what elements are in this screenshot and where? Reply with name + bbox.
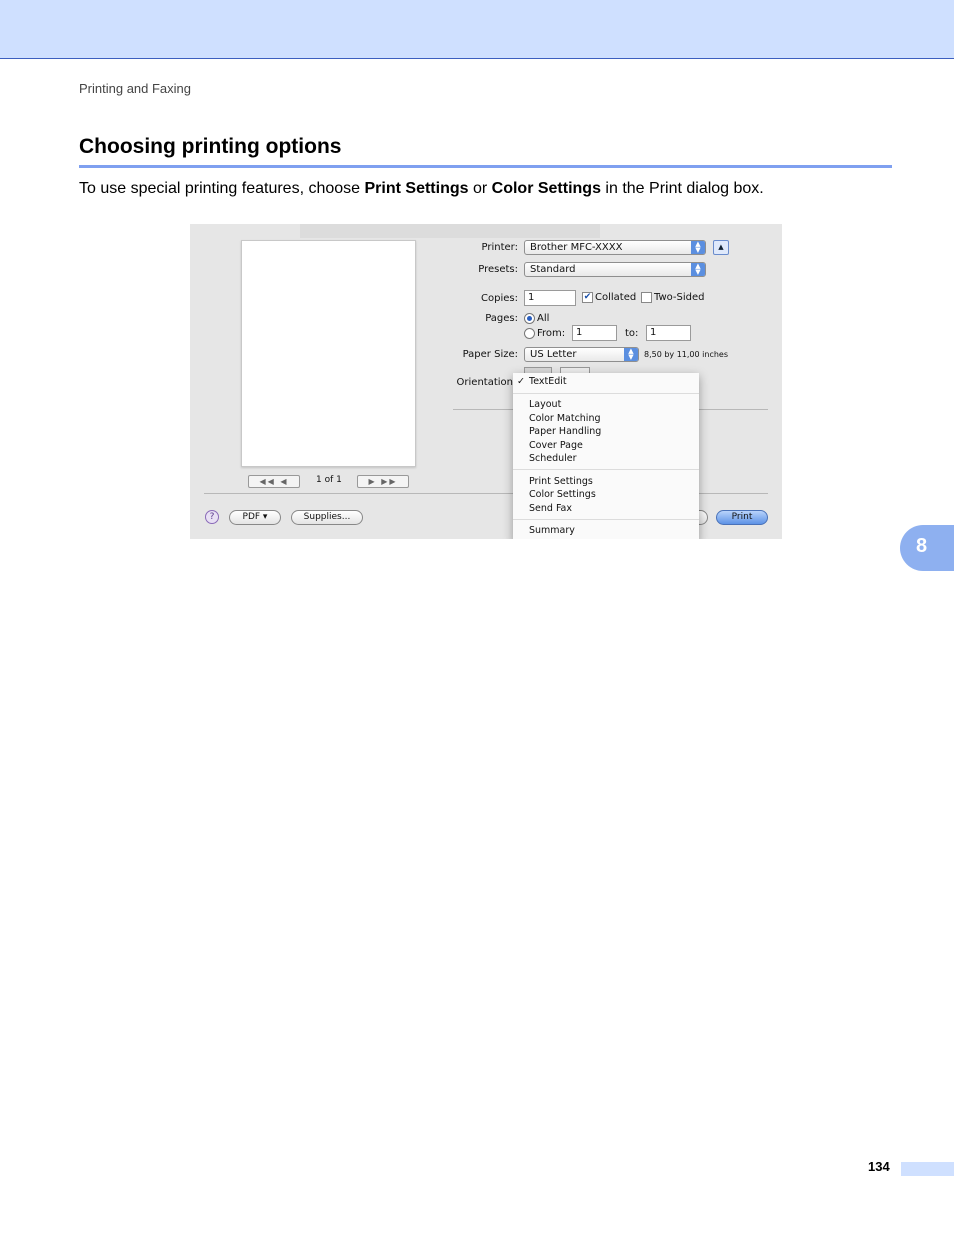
pages-label: Pages: bbox=[485, 313, 518, 324]
intro-suffix: in the Print dialog box. bbox=[600, 180, 764, 197]
checkmark-icon: ✓ bbox=[517, 376, 525, 387]
pages-to-label: to: bbox=[625, 328, 639, 339]
menu-separator bbox=[513, 393, 699, 394]
page-preview bbox=[241, 240, 416, 467]
page-number-bar bbox=[901, 1162, 954, 1176]
presets-label: Presets: bbox=[478, 264, 518, 275]
menu-item-color-matching[interactable]: Color Matching bbox=[529, 413, 601, 424]
chapter-tab: 8 bbox=[900, 525, 954, 571]
copies-field[interactable]: 1 bbox=[524, 290, 576, 306]
page-counter: 1 of 1 bbox=[316, 475, 342, 485]
paper-size-popup[interactable]: US Letter ▲ ▼ bbox=[524, 347, 639, 362]
menu-item-cover-page[interactable]: Cover Page bbox=[529, 440, 583, 451]
intro-prefix: To use special printing features, choose bbox=[79, 180, 365, 197]
chapter-number: 8 bbox=[916, 535, 928, 557]
two-sided-label: Two-Sided bbox=[654, 292, 705, 303]
to-field[interactable]: 1 bbox=[646, 325, 691, 341]
intro-bold-print-settings: Print Settings bbox=[364, 180, 469, 197]
menu-item-paper-handling[interactable]: Paper Handling bbox=[529, 426, 601, 437]
supplies-button[interactable]: Supplies... bbox=[291, 510, 363, 525]
paper-size-label: Paper Size: bbox=[462, 349, 518, 360]
preview-prev-buttons[interactable]: ◀◀ ◀ bbox=[248, 475, 300, 488]
pages-all-radio[interactable] bbox=[524, 313, 535, 324]
copies-label: Copies: bbox=[481, 293, 518, 304]
popup-arrows-icon: ▲ ▼ bbox=[691, 241, 705, 254]
dialog-title-area bbox=[300, 224, 600, 238]
section-title: Choosing printing options bbox=[79, 135, 342, 158]
intro-mid: or bbox=[468, 180, 492, 197]
section-rule bbox=[79, 165, 892, 168]
popup-arrows-icon: ▲ ▼ bbox=[624, 348, 638, 361]
running-head: Printing and Faxing bbox=[79, 81, 192, 96]
intro-bold-color-settings: Color Settings bbox=[491, 180, 601, 197]
collated-checkbox[interactable]: ✔ bbox=[582, 292, 593, 303]
paper-size-value: US Letter bbox=[530, 349, 577, 360]
popup-arrows-icon: ▲ ▼ bbox=[691, 263, 705, 276]
intro-paragraph: To use special printing features, choose… bbox=[79, 180, 764, 198]
print-dialog-screenshot: ◀◀ ◀ 1 of 1 ▶ ▶▶ Printer: Brother MFC-XX… bbox=[190, 224, 782, 539]
menu-item-color-settings[interactable]: Color Settings bbox=[529, 489, 596, 500]
menu-item-textedit[interactable]: TextEdit bbox=[529, 376, 567, 387]
menu-item-summary[interactable]: Summary bbox=[529, 525, 575, 536]
menu-separator bbox=[513, 519, 699, 520]
page-number: 134 bbox=[868, 1159, 890, 1174]
presets-value: Standard bbox=[530, 264, 576, 275]
print-button[interactable]: Print bbox=[716, 510, 768, 525]
orientation-label: Orientation bbox=[456, 377, 513, 388]
printer-label: Printer: bbox=[481, 242, 518, 253]
printer-popup[interactable]: Brother MFC-XXXX ▲ ▼ bbox=[524, 240, 706, 255]
menu-separator bbox=[513, 469, 699, 470]
help-button[interactable]: ? bbox=[205, 510, 219, 524]
pages-from-label: From: bbox=[537, 328, 566, 339]
menu-item-scheduler[interactable]: Scheduler bbox=[529, 453, 577, 464]
two-sided-checkbox[interactable] bbox=[641, 292, 652, 303]
collated-label: Collated bbox=[595, 292, 637, 303]
pages-from-radio[interactable] bbox=[524, 328, 535, 339]
menu-item-layout[interactable]: Layout bbox=[529, 399, 561, 410]
from-field[interactable]: 1 bbox=[572, 325, 617, 341]
presets-popup[interactable]: Standard ▲ ▼ bbox=[524, 262, 706, 277]
paper-dimensions: 8,50 by 11,00 inches bbox=[644, 350, 729, 359]
menu-item-print-settings[interactable]: Print Settings bbox=[529, 476, 593, 487]
printer-value: Brother MFC-XXXX bbox=[530, 242, 623, 253]
preview-next-buttons[interactable]: ▶ ▶▶ bbox=[357, 475, 409, 488]
menu-item-send-fax[interactable]: Send Fax bbox=[529, 503, 572, 514]
panel-popup-menu: ✓ TextEdit Layout Color Matching Paper H… bbox=[513, 373, 699, 539]
disclosure-triangle-icon[interactable]: ▲ bbox=[713, 240, 729, 255]
header-band bbox=[0, 0, 954, 59]
pages-all-label: All bbox=[537, 313, 550, 324]
pdf-button[interactable]: PDF ▾ bbox=[229, 510, 281, 525]
